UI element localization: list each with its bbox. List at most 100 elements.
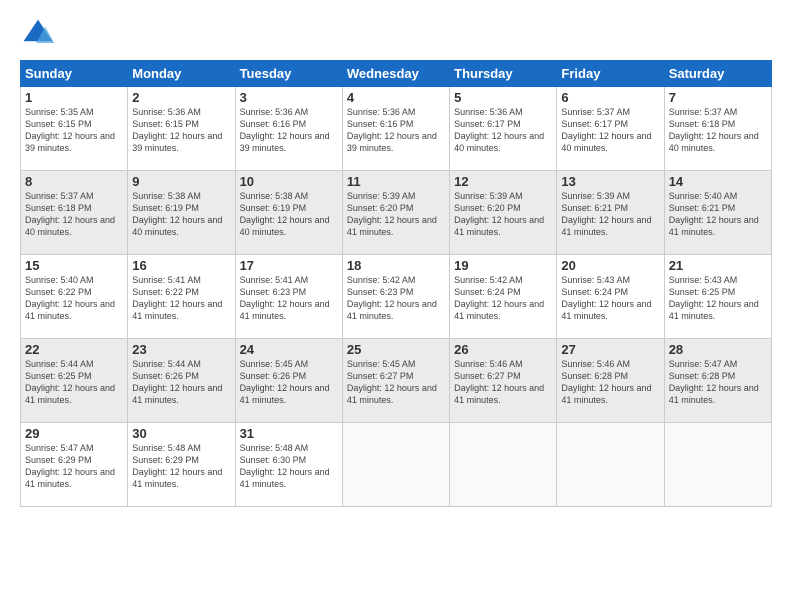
- calendar-cell: 22Sunrise: 5:44 AMSunset: 6:25 PMDayligh…: [21, 339, 128, 423]
- calendar-cell: 19Sunrise: 5:42 AMSunset: 6:24 PMDayligh…: [450, 255, 557, 339]
- calendar-cell: 24Sunrise: 5:45 AMSunset: 6:26 PMDayligh…: [235, 339, 342, 423]
- calendar-cell: [664, 423, 771, 507]
- calendar-cell: 1Sunrise: 5:35 AMSunset: 6:15 PMDaylight…: [21, 87, 128, 171]
- weekday-header-wednesday: Wednesday: [342, 61, 449, 87]
- calendar-cell: 10Sunrise: 5:38 AMSunset: 6:19 PMDayligh…: [235, 171, 342, 255]
- day-number: 26: [454, 342, 552, 357]
- weekday-header-thursday: Thursday: [450, 61, 557, 87]
- day-number: 19: [454, 258, 552, 273]
- day-number: 20: [561, 258, 659, 273]
- day-number: 7: [669, 90, 767, 105]
- day-number: 11: [347, 174, 445, 189]
- calendar-cell: 25Sunrise: 5:45 AMSunset: 6:27 PMDayligh…: [342, 339, 449, 423]
- calendar-cell: 15Sunrise: 5:40 AMSunset: 6:22 PMDayligh…: [21, 255, 128, 339]
- day-number: 18: [347, 258, 445, 273]
- day-info: Sunrise: 5:42 AMSunset: 6:23 PMDaylight:…: [347, 274, 445, 323]
- calendar-cell: 14Sunrise: 5:40 AMSunset: 6:21 PMDayligh…: [664, 171, 771, 255]
- day-number: 6: [561, 90, 659, 105]
- day-info: Sunrise: 5:44 AMSunset: 6:26 PMDaylight:…: [132, 358, 230, 407]
- calendar-cell: 27Sunrise: 5:46 AMSunset: 6:28 PMDayligh…: [557, 339, 664, 423]
- calendar-cell: 31Sunrise: 5:48 AMSunset: 6:30 PMDayligh…: [235, 423, 342, 507]
- day-info: Sunrise: 5:40 AMSunset: 6:22 PMDaylight:…: [25, 274, 123, 323]
- day-number: 21: [669, 258, 767, 273]
- day-number: 23: [132, 342, 230, 357]
- day-info: Sunrise: 5:39 AMSunset: 6:20 PMDaylight:…: [347, 190, 445, 239]
- calendar-cell: 6Sunrise: 5:37 AMSunset: 6:17 PMDaylight…: [557, 87, 664, 171]
- day-info: Sunrise: 5:37 AMSunset: 6:17 PMDaylight:…: [561, 106, 659, 155]
- day-info: Sunrise: 5:36 AMSunset: 6:15 PMDaylight:…: [132, 106, 230, 155]
- day-info: Sunrise: 5:36 AMSunset: 6:17 PMDaylight:…: [454, 106, 552, 155]
- day-number: 4: [347, 90, 445, 105]
- day-number: 29: [25, 426, 123, 441]
- weekday-header-sunday: Sunday: [21, 61, 128, 87]
- calendar-cell: 21Sunrise: 5:43 AMSunset: 6:25 PMDayligh…: [664, 255, 771, 339]
- day-info: Sunrise: 5:37 AMSunset: 6:18 PMDaylight:…: [669, 106, 767, 155]
- day-info: Sunrise: 5:36 AMSunset: 6:16 PMDaylight:…: [240, 106, 338, 155]
- calendar-cell: 3Sunrise: 5:36 AMSunset: 6:16 PMDaylight…: [235, 87, 342, 171]
- day-info: Sunrise: 5:36 AMSunset: 6:16 PMDaylight:…: [347, 106, 445, 155]
- day-number: 2: [132, 90, 230, 105]
- calendar-cell: 18Sunrise: 5:42 AMSunset: 6:23 PMDayligh…: [342, 255, 449, 339]
- calendar-cell: 4Sunrise: 5:36 AMSunset: 6:16 PMDaylight…: [342, 87, 449, 171]
- day-info: Sunrise: 5:44 AMSunset: 6:25 PMDaylight:…: [25, 358, 123, 407]
- calendar-row-2: 8Sunrise: 5:37 AMSunset: 6:18 PMDaylight…: [21, 171, 772, 255]
- day-info: Sunrise: 5:48 AMSunset: 6:29 PMDaylight:…: [132, 442, 230, 491]
- day-number: 8: [25, 174, 123, 189]
- calendar-table: SundayMondayTuesdayWednesdayThursdayFrid…: [20, 60, 772, 507]
- day-number: 5: [454, 90, 552, 105]
- calendar-cell: 30Sunrise: 5:48 AMSunset: 6:29 PMDayligh…: [128, 423, 235, 507]
- day-info: Sunrise: 5:47 AMSunset: 6:28 PMDaylight:…: [669, 358, 767, 407]
- calendar-row-5: 29Sunrise: 5:47 AMSunset: 6:29 PMDayligh…: [21, 423, 772, 507]
- day-info: Sunrise: 5:48 AMSunset: 6:30 PMDaylight:…: [240, 442, 338, 491]
- day-number: 22: [25, 342, 123, 357]
- day-number: 28: [669, 342, 767, 357]
- day-number: 27: [561, 342, 659, 357]
- weekday-header-row: SundayMondayTuesdayWednesdayThursdayFrid…: [21, 61, 772, 87]
- calendar-cell: 9Sunrise: 5:38 AMSunset: 6:19 PMDaylight…: [128, 171, 235, 255]
- calendar-cell: [342, 423, 449, 507]
- day-info: Sunrise: 5:38 AMSunset: 6:19 PMDaylight:…: [240, 190, 338, 239]
- day-info: Sunrise: 5:40 AMSunset: 6:21 PMDaylight:…: [669, 190, 767, 239]
- day-number: 12: [454, 174, 552, 189]
- day-info: Sunrise: 5:43 AMSunset: 6:24 PMDaylight:…: [561, 274, 659, 323]
- calendar-cell: 28Sunrise: 5:47 AMSunset: 6:28 PMDayligh…: [664, 339, 771, 423]
- day-number: 17: [240, 258, 338, 273]
- calendar-row-1: 1Sunrise: 5:35 AMSunset: 6:15 PMDaylight…: [21, 87, 772, 171]
- calendar-cell: 11Sunrise: 5:39 AMSunset: 6:20 PMDayligh…: [342, 171, 449, 255]
- day-number: 16: [132, 258, 230, 273]
- calendar-cell: 26Sunrise: 5:46 AMSunset: 6:27 PMDayligh…: [450, 339, 557, 423]
- day-info: Sunrise: 5:46 AMSunset: 6:27 PMDaylight:…: [454, 358, 552, 407]
- day-number: 30: [132, 426, 230, 441]
- calendar-cell: 8Sunrise: 5:37 AMSunset: 6:18 PMDaylight…: [21, 171, 128, 255]
- day-info: Sunrise: 5:41 AMSunset: 6:23 PMDaylight:…: [240, 274, 338, 323]
- logo-icon: [20, 16, 56, 52]
- day-number: 24: [240, 342, 338, 357]
- calendar-row-3: 15Sunrise: 5:40 AMSunset: 6:22 PMDayligh…: [21, 255, 772, 339]
- day-info: Sunrise: 5:38 AMSunset: 6:19 PMDaylight:…: [132, 190, 230, 239]
- weekday-header-monday: Monday: [128, 61, 235, 87]
- day-info: Sunrise: 5:47 AMSunset: 6:29 PMDaylight:…: [25, 442, 123, 491]
- day-number: 9: [132, 174, 230, 189]
- calendar-cell: 17Sunrise: 5:41 AMSunset: 6:23 PMDayligh…: [235, 255, 342, 339]
- day-info: Sunrise: 5:39 AMSunset: 6:20 PMDaylight:…: [454, 190, 552, 239]
- calendar-cell: 23Sunrise: 5:44 AMSunset: 6:26 PMDayligh…: [128, 339, 235, 423]
- day-info: Sunrise: 5:41 AMSunset: 6:22 PMDaylight:…: [132, 274, 230, 323]
- day-info: Sunrise: 5:45 AMSunset: 6:27 PMDaylight:…: [347, 358, 445, 407]
- day-number: 15: [25, 258, 123, 273]
- day-number: 1: [25, 90, 123, 105]
- day-number: 31: [240, 426, 338, 441]
- day-info: Sunrise: 5:37 AMSunset: 6:18 PMDaylight:…: [25, 190, 123, 239]
- day-number: 13: [561, 174, 659, 189]
- day-info: Sunrise: 5:39 AMSunset: 6:21 PMDaylight:…: [561, 190, 659, 239]
- day-number: 25: [347, 342, 445, 357]
- calendar-cell: [450, 423, 557, 507]
- page: SundayMondayTuesdayWednesdayThursdayFrid…: [0, 0, 792, 612]
- day-number: 10: [240, 174, 338, 189]
- weekday-header-tuesday: Tuesday: [235, 61, 342, 87]
- calendar-cell: 2Sunrise: 5:36 AMSunset: 6:15 PMDaylight…: [128, 87, 235, 171]
- weekday-header-saturday: Saturday: [664, 61, 771, 87]
- calendar-cell: [557, 423, 664, 507]
- calendar-cell: 7Sunrise: 5:37 AMSunset: 6:18 PMDaylight…: [664, 87, 771, 171]
- day-info: Sunrise: 5:43 AMSunset: 6:25 PMDaylight:…: [669, 274, 767, 323]
- calendar-cell: 12Sunrise: 5:39 AMSunset: 6:20 PMDayligh…: [450, 171, 557, 255]
